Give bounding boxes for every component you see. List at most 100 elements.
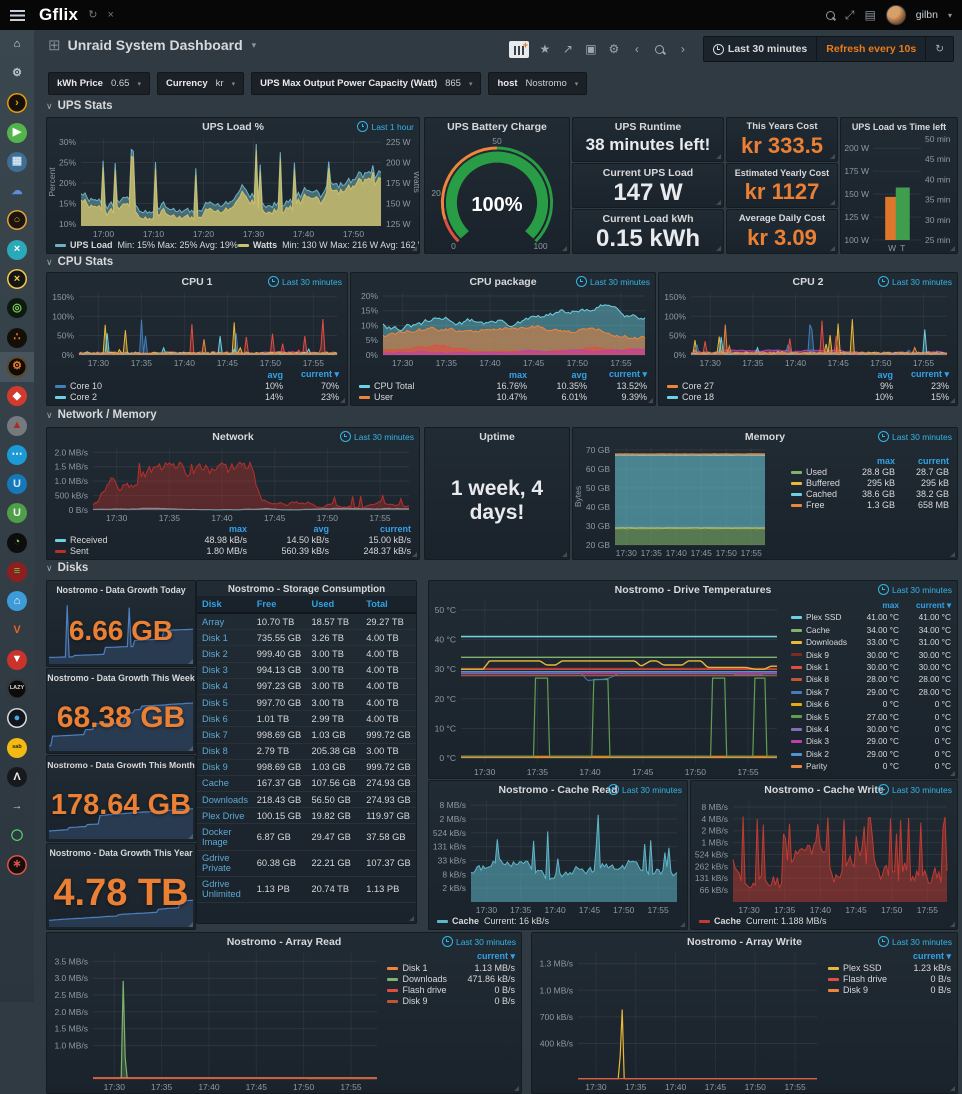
time-range-label[interactable]: Last 30 minutes	[442, 936, 516, 947]
ups-load-vs-time-chart[interactable]: 200 W175 W150 W125 W100 W50 min45 min40 …	[841, 133, 957, 253]
panel-title[interactable]: Current UPS Load	[603, 165, 693, 179]
panel-title[interactable]: Nostromo - Storage Consumption	[228, 582, 385, 595]
panel-title[interactable]: Nostromo - Data Growth Today	[56, 583, 185, 595]
time-range-label[interactable]: Last 30 minutes	[878, 584, 952, 595]
ups-battery-gauge[interactable]: 02050100	[425, 133, 569, 253]
legend-column-header[interactable]: current ▾	[451, 951, 515, 962]
legend-row[interactable]: Free	[791, 500, 841, 510]
time-range-label[interactable]: Last 30 minutes	[878, 276, 952, 287]
panel-title[interactable]: This Years Cost	[746, 119, 817, 132]
cpu1-chart[interactable]: 150%100%50%0%17:3017:3517:4017:4517:5017…	[47, 288, 347, 369]
disk-link[interactable]: Gdrive Private	[197, 850, 252, 876]
network-chart[interactable]: 2.0 MB/s1.5 MB/s1.0 MB/s500 kB/s0 B/s17:…	[47, 443, 419, 524]
cache-read-chart[interactable]: 8 MB/s2 MB/s524 kB/s131 kB/s33 kB/s8 kB/…	[429, 796, 687, 916]
legend-row[interactable]: Plex SSD	[791, 611, 847, 623]
legend-item[interactable]: CacheCurrent: 16 kB/s	[437, 916, 549, 926]
legend-row[interactable]: Plex SSD	[828, 963, 887, 973]
disk-link[interactable]: Array	[197, 613, 252, 630]
legend-row[interactable]: Sent	[55, 546, 165, 556]
legend-row[interactable]: Used	[791, 467, 841, 477]
sidebar-item-home-assistant[interactable]: ⌂	[0, 587, 34, 616]
panel-title[interactable]: Nostromo - Cache Read	[498, 782, 617, 796]
legend-row[interactable]: Disk 9	[828, 985, 887, 995]
cpu-package-chart[interactable]: 20%15%10%5%0%17:3017:3517:4017:4517:5017…	[351, 288, 655, 369]
legend-row[interactable]: Cached	[791, 489, 841, 499]
panel-title[interactable]: Nostromo - Data Growth This Month	[47, 758, 195, 770]
column-header[interactable]: Total	[361, 596, 416, 613]
row-disks[interactable]: ∨Disks	[46, 562, 88, 574]
legend-row[interactable]: Downloads	[791, 636, 847, 648]
panel-title[interactable]: CPU 1	[182, 274, 213, 288]
sidebar-item-ring-green[interactable]: ◎	[0, 294, 34, 323]
legend-column-header[interactable]: current ▾	[287, 369, 339, 380]
refresh-button[interactable]: ↻	[925, 37, 953, 61]
refresh-interval-button[interactable]: Refresh every 10s	[816, 37, 925, 61]
sidebar-item-docker[interactable]: ▦	[0, 147, 34, 176]
sidebar-item-nodes[interactable]: ∴	[0, 323, 34, 352]
disk-link[interactable]: Disk 9	[197, 759, 252, 775]
legend-column-header[interactable]: current ▾	[897, 369, 949, 380]
variable-kwh-price[interactable]: kWh Price0.65▾	[48, 72, 150, 95]
disk-link[interactable]: Downloads	[197, 792, 252, 808]
sidebar-item-droplet[interactable]: ●	[0, 704, 34, 733]
sidebar-item-pihole[interactable]: ▲	[0, 411, 34, 440]
panel-title[interactable]: Nostromo - Data Growth This Year	[49, 846, 192, 858]
panel-title[interactable]: UPS Load vs Time left	[852, 120, 946, 132]
sidebar-item-search-app[interactable]: ○	[0, 206, 34, 235]
array-write-chart[interactable]: 1.3 MB/s1.0 MB/s700 kB/s400 kB/s17:3017:…	[532, 948, 827, 1093]
time-range-button[interactable]: Last 30 minutes	[704, 37, 816, 61]
disk-link[interactable]: Disk 2	[197, 646, 252, 662]
save-button[interactable]: ▣	[584, 42, 598, 56]
row-network-memory[interactable]: ∨Network / Memory	[46, 409, 157, 421]
kiosk-refresh-icon[interactable]: ↻	[88, 10, 97, 21]
legend-row[interactable]: User	[359, 392, 467, 402]
disk-link[interactable]: Disk 8	[197, 743, 252, 759]
avatar[interactable]	[886, 5, 906, 25]
sidebar-item-planet[interactable]: ◔	[0, 528, 34, 557]
panel-title[interactable]: Current Load kWh	[603, 211, 694, 225]
sidebar-item-shield[interactable]: ◆	[0, 382, 34, 411]
legend-column-header[interactable]: current ▾	[903, 599, 951, 611]
sidebar-item-sign-out[interactable]: →	[0, 792, 34, 821]
time-range-label[interactable]: Last 30 minutes	[340, 431, 414, 442]
panel-title[interactable]: Nostromo - Array Write	[687, 934, 802, 948]
legend-row[interactable]: Disk 4	[791, 723, 847, 735]
legend-row[interactable]: Flash drive	[387, 985, 447, 995]
disk-link[interactable]: Disk 7	[197, 727, 252, 743]
panel-title[interactable]: Nostromo - Cache Write	[764, 782, 883, 796]
disk-link[interactable]: Disk 3	[197, 662, 252, 678]
sidebar-item-x-yellow[interactable]: ×	[0, 264, 34, 293]
cache-write-chart[interactable]: 8 MB/s4 MB/s2 MB/s1 MB/s524 kB/s262 kB/s…	[691, 796, 957, 916]
sidebar-item-arrow-down-red[interactable]: ▼	[0, 645, 34, 674]
sidebar-item-sabnzbd[interactable]: sab	[0, 733, 34, 762]
disk-link[interactable]: Plex Drive	[197, 808, 252, 824]
panel-title[interactable]: Nostromo - Data Growth This Week	[47, 671, 194, 683]
user-menu[interactable]: gilbn	[916, 9, 938, 21]
legend-item[interactable]: CacheCurrent: 1.188 MB/s	[699, 916, 827, 926]
sidebar-item-cloud[interactable]: ☁	[0, 176, 34, 205]
panel-title[interactable]: Network	[212, 429, 253, 443]
panel-title[interactable]: Nostromo - Array Read	[227, 934, 342, 948]
legend-column-header[interactable]: max	[471, 370, 527, 380]
legend-row[interactable]: Disk 7	[791, 686, 847, 698]
variable-ups-max-output-power-capacity-watt-[interactable]: UPS Max Output Power Capacity (Watt)865▾	[251, 72, 481, 95]
time-range-label[interactable]: Last 30 minutes	[878, 431, 952, 442]
time-range-label[interactable]: Last 1 hour	[357, 121, 414, 132]
sidebar-item-emby[interactable]: ▶	[0, 118, 34, 147]
zoom-out-icon[interactable]	[653, 45, 667, 54]
sidebar-item-jackett[interactable]: Λ	[0, 762, 34, 791]
time-range-label[interactable]: Last 30 minutes	[878, 936, 952, 947]
legend-row[interactable]: Disk 5	[791, 711, 847, 723]
legend-row[interactable]: Disk 6	[791, 698, 847, 710]
sidebar-item-lazy[interactable]: LAZY	[0, 675, 34, 704]
legend-row[interactable]: Disk 9	[791, 649, 847, 661]
legend-column-header[interactable]: current	[899, 456, 949, 466]
sidebar-item-settings[interactable]: ⚙	[0, 59, 34, 88]
variable-value[interactable]: 0.65	[111, 78, 130, 89]
sidebar-item-unifi[interactable]: U	[0, 469, 34, 498]
kiosk-close-icon[interactable]: ×	[108, 10, 114, 21]
time-range-label[interactable]: Last 30 minutes	[576, 276, 650, 287]
time-back-button[interactable]: ‹	[630, 42, 644, 56]
legend-column-header[interactable]: avg	[231, 370, 283, 380]
sidebar-item-gitlab[interactable]: V	[0, 616, 34, 645]
